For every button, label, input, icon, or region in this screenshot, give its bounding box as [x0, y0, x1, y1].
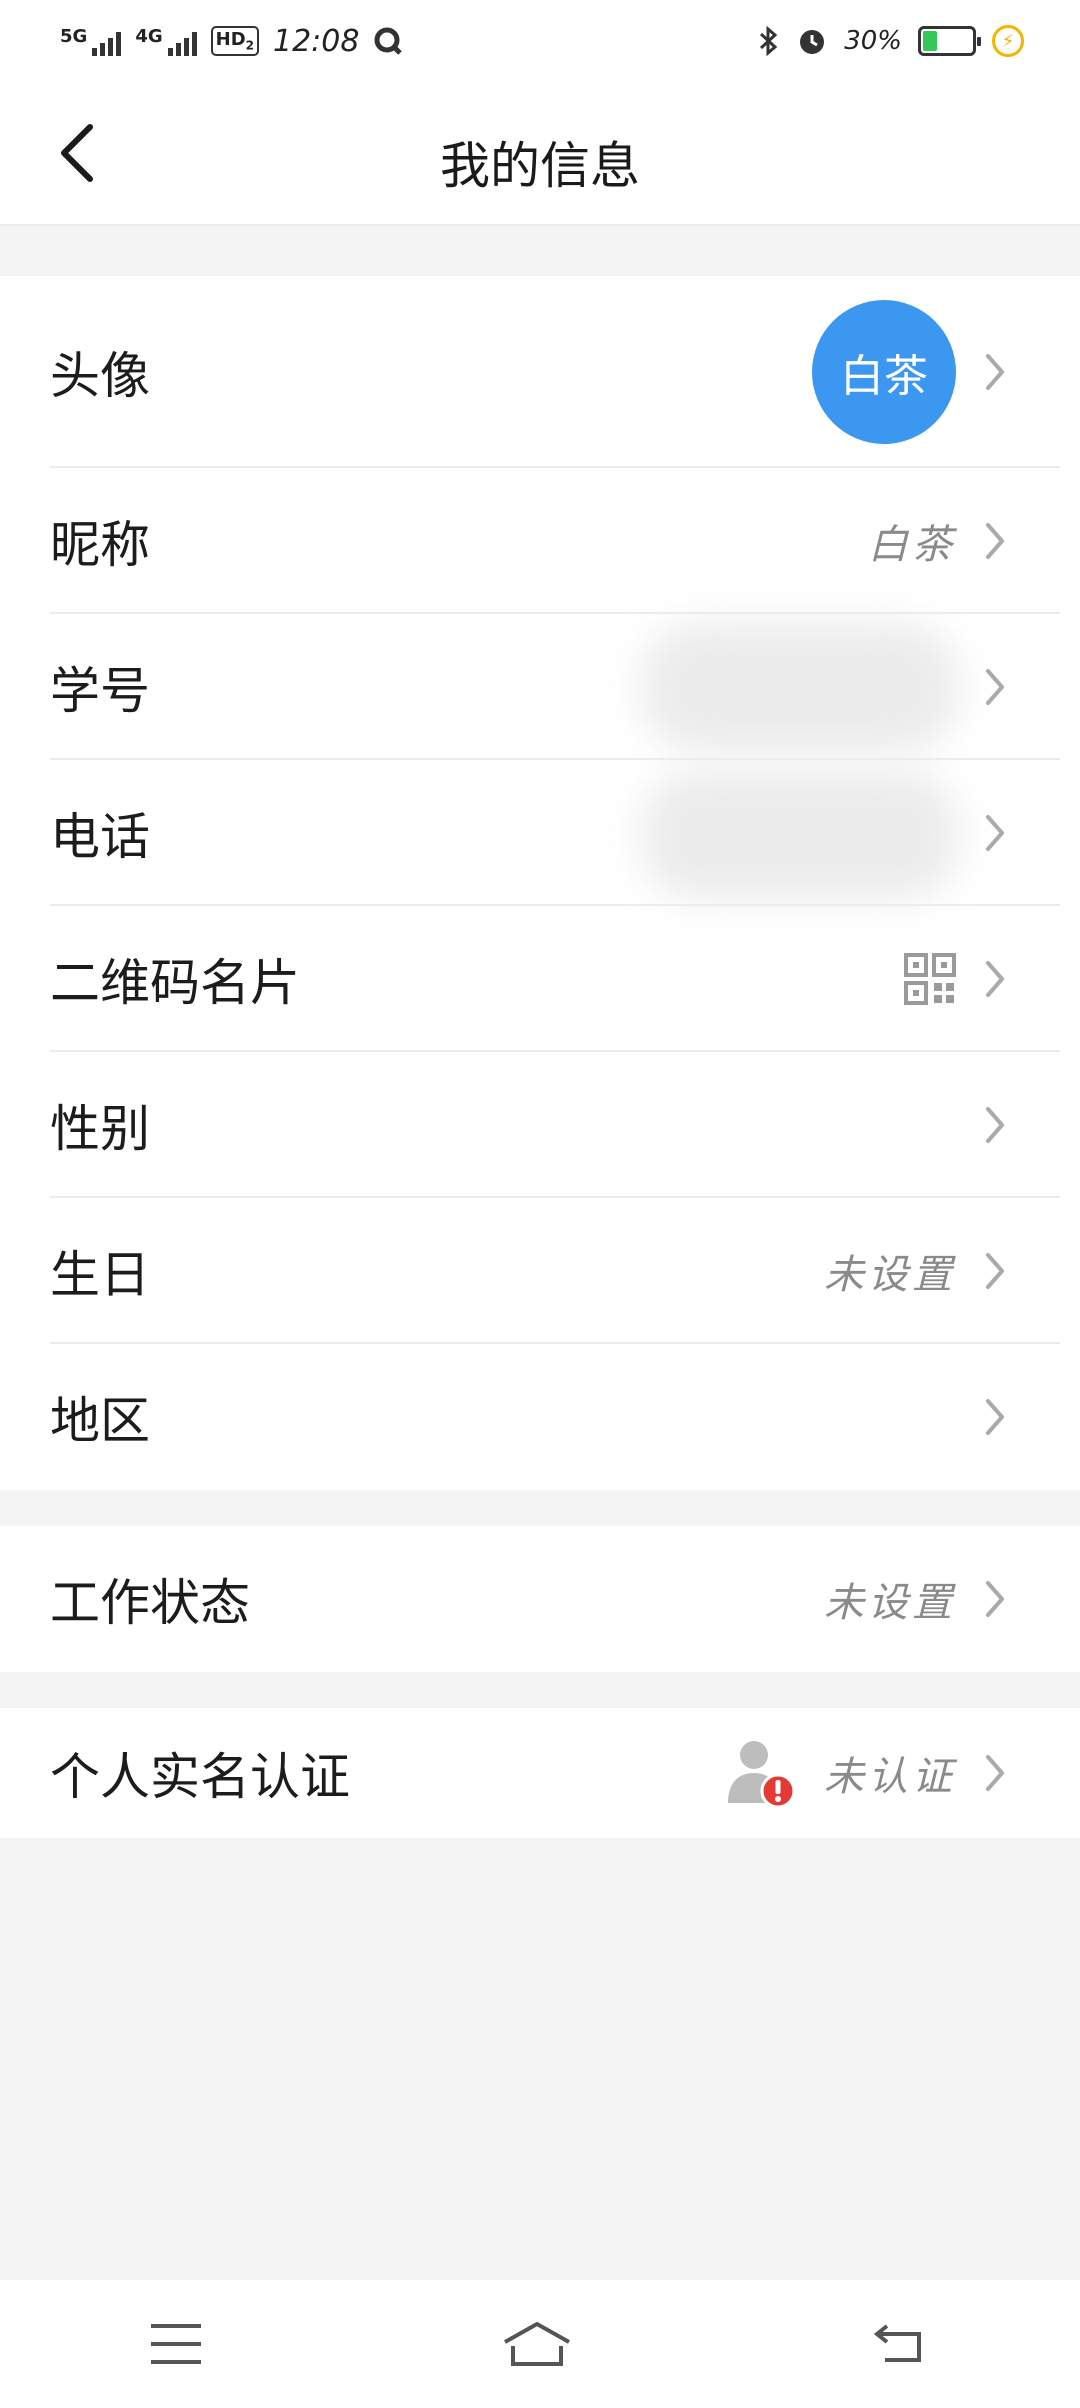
bluetooth-icon	[760, 25, 778, 57]
verification-group: 个人实名认证 未认证	[0, 1708, 1080, 1838]
row-phone[interactable]: 电话	[0, 760, 1080, 906]
row-gender[interactable]: 性别	[0, 1052, 1080, 1198]
chevron-right-icon	[984, 1753, 1010, 1793]
birthday-value: 未设置	[824, 1252, 956, 1298]
menu-icon[interactable]	[149, 2322, 203, 2366]
qr-code-icon	[904, 953, 956, 1005]
app-header: 我的信息	[0, 82, 1080, 226]
app-notification-icon	[374, 27, 403, 55]
battery-percent: 30%	[844, 26, 902, 56]
row-label: 昵称	[50, 516, 150, 574]
row-qr-card[interactable]: 二维码名片	[0, 906, 1080, 1052]
row-nickname[interactable]: 昵称 白茶	[0, 468, 1080, 614]
status-bar: 5G 4G HD2 12:08 30% ⚡	[0, 0, 1080, 82]
signal-4g-icon: 4G	[135, 26, 197, 56]
row-label: 工作状态	[50, 1574, 250, 1632]
verification-value: 未认证	[824, 1754, 956, 1800]
redacted-value	[640, 622, 960, 752]
row-birthday[interactable]: 生日 未设置	[0, 1198, 1080, 1344]
chevron-right-icon	[984, 352, 1010, 392]
chevron-right-icon	[984, 813, 1010, 853]
row-label: 二维码名片	[50, 954, 300, 1012]
row-label: 地区	[50, 1392, 150, 1450]
redacted-value	[640, 770, 960, 900]
nav-bar	[0, 2280, 1080, 2408]
row-avatar[interactable]: 头像 白茶	[0, 276, 1080, 468]
work-status-value: 未设置	[824, 1580, 956, 1626]
back-nav-icon[interactable]	[871, 2320, 931, 2368]
row-label: 头像	[50, 347, 150, 405]
chevron-right-icon	[984, 1397, 1010, 1437]
row-work-status[interactable]: 工作状态 未设置	[0, 1526, 1080, 1672]
row-label: 电话	[50, 808, 150, 866]
chevron-right-icon	[984, 667, 1010, 707]
screen: 5G 4G HD2 12:08 30% ⚡ 我的信息 头像 白茶 昵称 白茶 学…	[0, 0, 1080, 2408]
chevron-right-icon	[984, 1579, 1010, 1619]
home-icon[interactable]	[501, 2320, 573, 2368]
avatar[interactable]: 白茶	[812, 300, 956, 444]
status-time: 12:08	[273, 23, 360, 59]
row-label: 学号	[50, 662, 150, 720]
chevron-right-icon	[984, 521, 1010, 561]
row-label: 个人实名认证	[50, 1748, 350, 1806]
alarm-icon	[800, 30, 825, 54]
chevron-right-icon	[984, 1251, 1010, 1291]
work-group: 工作状态 未设置	[0, 1526, 1080, 1672]
battery-icon	[918, 26, 981, 56]
page-title: 我的信息	[440, 137, 640, 195]
row-student-id[interactable]: 学号	[0, 614, 1080, 760]
chevron-right-icon	[984, 959, 1010, 999]
chevron-right-icon	[984, 1105, 1010, 1145]
row-realname-verification[interactable]: 个人实名认证 未认证	[0, 1708, 1080, 1838]
row-label: 性别	[50, 1100, 150, 1158]
charging-icon: ⚡	[992, 25, 1024, 57]
hd-icon: HD2	[210, 26, 259, 56]
row-label: 生日	[50, 1246, 150, 1304]
signal-5g-icon: 5G	[60, 26, 122, 56]
nickname-value: 白茶	[868, 522, 956, 568]
profile-group: 头像 白茶 昵称 白茶 学号 电话 二维码名片 性别 生日 未设置 地区	[0, 276, 1080, 1490]
row-region[interactable]: 地区	[0, 1344, 1080, 1490]
user-unverified-icon	[728, 1741, 796, 1809]
